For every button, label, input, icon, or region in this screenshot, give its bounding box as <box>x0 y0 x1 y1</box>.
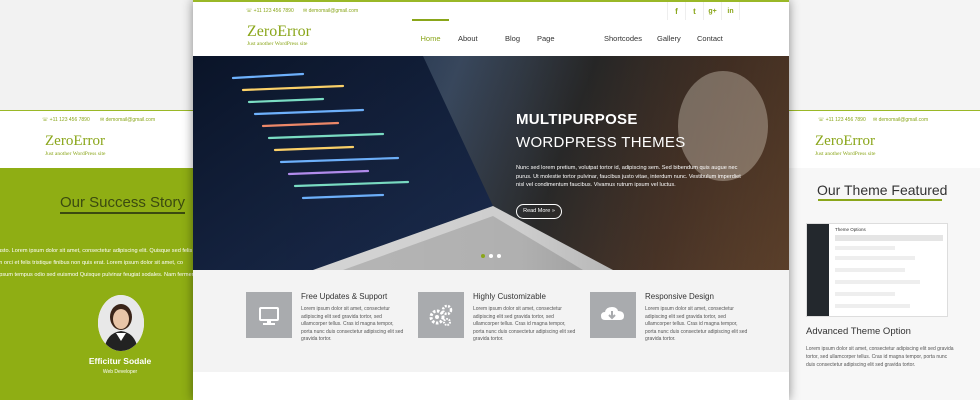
story-line: usto. Lorem ipsum dolor sit amet, consec… <box>0 248 193 254</box>
feature-title: Free Updates & Support <box>301 292 388 301</box>
person-role: Web Developer <box>102 369 138 375</box>
nav-shortcodes[interactable]: Shortcodes <box>604 21 642 56</box>
screenshot-row <box>835 246 895 250</box>
google-plus-icon[interactable]: g+ <box>703 2 721 20</box>
nav-gallery[interactable]: Gallery <box>657 21 681 56</box>
facebook-icon[interactable]: f <box>667 2 685 20</box>
main-preview-panel: ☏ +11 123 456 7890 ✉ demomail@gmail.com … <box>193 0 789 400</box>
cloud-download-icon <box>601 307 624 320</box>
feature-text: Lorem ipsum dolor sit amet, consectetur … <box>806 346 954 368</box>
slider-dot[interactable] <box>481 254 485 258</box>
left-header: ZeroError Just another WordPress site <box>0 131 200 168</box>
left-topbar: ☏ +11 123 456 7890 ✉ demomail@gmail.com <box>0 110 200 132</box>
right-header: ZeroError Just another WordPress site <box>788 131 980 168</box>
avatar <box>98 295 144 351</box>
story-line: in orci et felis tristique finibus non q… <box>0 260 183 266</box>
nav-home[interactable]: Home <box>412 19 449 56</box>
story-line: ipsum tempus odio sed euismod Quisque pu… <box>0 272 200 278</box>
section-title: Our Success Story <box>0 194 200 214</box>
feature-icon-box <box>246 292 292 338</box>
monitor-icon <box>259 307 279 325</box>
phone-number: +11 123 456 7890 <box>49 117 90 123</box>
feature-title: Highly Customizable <box>473 292 546 301</box>
screenshot-row <box>835 268 905 272</box>
section-title: Our Theme Featured <box>817 182 948 198</box>
tagline: Just another WordPress site <box>815 151 876 157</box>
social-links: f t g+ in <box>667 2 740 20</box>
email-text: ✉ demomail@gmail.com <box>873 117 929 123</box>
person-name: Efficitur Sodale <box>88 356 152 366</box>
right-preview-panel: ☏ +11 123 456 7890 ✉ demomail@gmail.com … <box>788 0 980 400</box>
phone-text: ☏ +11 123 456 7890 <box>818 117 866 123</box>
nav-blog[interactable]: Blog <box>505 21 520 56</box>
hero-title-line1: MULTIPURPOSE <box>516 111 638 128</box>
header: ZeroError Just another WordPress site Ho… <box>193 19 789 78</box>
feature-text: Lorem ipsum dolor sit amet, consectetur … <box>645 306 748 342</box>
topbar: ☏ +11 123 456 7890 ✉ demomail@gmail.com … <box>193 0 789 23</box>
laptop-image <box>193 56 789 270</box>
logo[interactable]: ZeroError <box>815 133 875 150</box>
phone-text: ☏ +11 123 456 7890 <box>246 8 294 14</box>
linkedin-icon[interactable]: in <box>721 2 740 20</box>
left-preview-panel: ☏ +11 123 456 7890 ✉ demomail@gmail.com … <box>0 0 200 400</box>
phone-number: +11 123 456 7890 <box>825 117 866 123</box>
email-address: demomail@gmail.com <box>105 117 156 123</box>
screenshot-title: Theme Options <box>835 227 866 232</box>
hero-title-line2: WORDPRESS THEMES <box>516 134 686 151</box>
tagline: Just another WordPress site <box>45 151 106 157</box>
email-text: ✉ demomail@gmail.com <box>303 8 359 14</box>
screenshot-row <box>835 256 915 260</box>
phone-text: ☏ +11 123 456 7890 <box>42 117 90 123</box>
screenshot-row <box>835 292 895 296</box>
hero-slider: MULTIPURPOSE WORDPRESS THEMES Nunc sed l… <box>193 56 789 270</box>
screenshot-tabs <box>835 235 943 241</box>
feature-text: Lorem ipsum dolor sit amet, consectetur … <box>301 306 404 342</box>
slider-dot[interactable] <box>489 254 493 258</box>
story-text: usto. Lorem ipsum dolor sit amet, consec… <box>0 245 200 281</box>
feature-text: Lorem ipsum dolor sit amet, consectetur … <box>473 306 576 342</box>
gears-icon <box>429 304 453 326</box>
slider-dot[interactable] <box>497 254 501 258</box>
feature-icon-box <box>418 292 464 338</box>
phone-number: +11 123 456 7890 <box>253 8 294 14</box>
features-section: Free Updates & Support Lorem ipsum dolor… <box>193 270 789 372</box>
feature-icon-box <box>590 292 636 338</box>
email-address: demomail@gmail.com <box>308 8 359 14</box>
email-text: ✉ demomail@gmail.com <box>100 117 156 123</box>
theme-options-screenshot: Theme Options <box>806 223 948 317</box>
screenshot-row <box>835 280 920 284</box>
screenshot-row <box>835 304 910 308</box>
read-more-button[interactable]: Read More » <box>516 204 562 219</box>
twitter-icon[interactable]: t <box>685 2 703 20</box>
email-address: demomail@gmail.com <box>878 117 929 123</box>
theme-featured-section: Our Theme Featured Theme Options Advance… <box>788 168 980 400</box>
logo[interactable]: ZeroError <box>247 23 311 41</box>
admin-sidebar <box>807 224 829 316</box>
feature-title: Responsive Design <box>645 292 714 301</box>
hero-description: Nunc sed lorem pretium, volutpat tortor … <box>516 165 741 188</box>
tagline: Just another WordPress site <box>247 41 308 47</box>
right-topbar: ☏ +11 123 456 7890 ✉ demomail@gmail.com <box>788 110 980 132</box>
success-story-section: Our Success Story usto. Lorem ipsum dolo… <box>0 168 200 400</box>
slider-dots <box>481 254 501 258</box>
logo[interactable]: ZeroError <box>45 133 105 150</box>
title-underline <box>818 199 942 201</box>
feature-title: Advanced Theme Option <box>806 326 911 337</box>
